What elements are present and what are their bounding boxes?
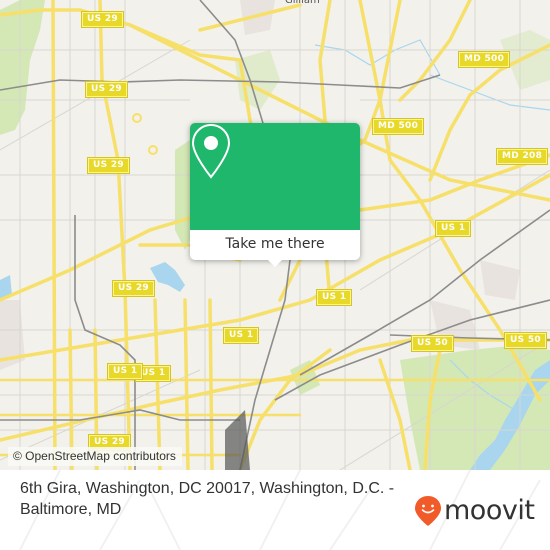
moovit-logo[interactable]: moovit [414,494,535,528]
moovit-smile-pin-icon [415,496,441,526]
footer: 6th Gira, Washington, DC 20017, Washingt… [0,470,550,550]
route-shield: MD 208 [495,148,549,165]
route-shield: US 50 [504,332,547,349]
route-shield: MD 500 [457,51,511,68]
rail-yard [225,410,250,470]
traffic-circle [132,113,142,123]
route-shield: US 29 [85,81,128,98]
route-shield: US 1 [106,363,144,380]
address-text: 6th Gira, Washington, DC 20017, Washingt… [20,480,395,518]
map-attribution[interactable]: © OpenStreetMap contributors [8,447,182,466]
map-view[interactable]: Gilliam US 29 US 29 US 29 US 29 US 29 US… [0,0,550,470]
moovit-wordmark: moovit [444,495,535,526]
route-shield: US 29 [112,280,155,297]
location-popup: Take me there [190,123,360,267]
place-label: Gilliam [285,0,320,6]
popup-pointer [267,259,283,267]
route-shield: US 1 [315,289,353,306]
map-pin-icon [191,123,231,179]
route-shield: US 1 [434,220,472,237]
traffic-circle [148,145,158,155]
route-shield: US 1 [222,327,260,344]
route-shield: US 29 [87,157,130,174]
take-me-there-button[interactable]: Take me there [190,230,360,260]
route-shield: US 29 [81,11,124,28]
route-shield: MD 500 [371,118,425,135]
route-shield: US 50 [411,335,454,352]
popup-header [190,123,360,230]
